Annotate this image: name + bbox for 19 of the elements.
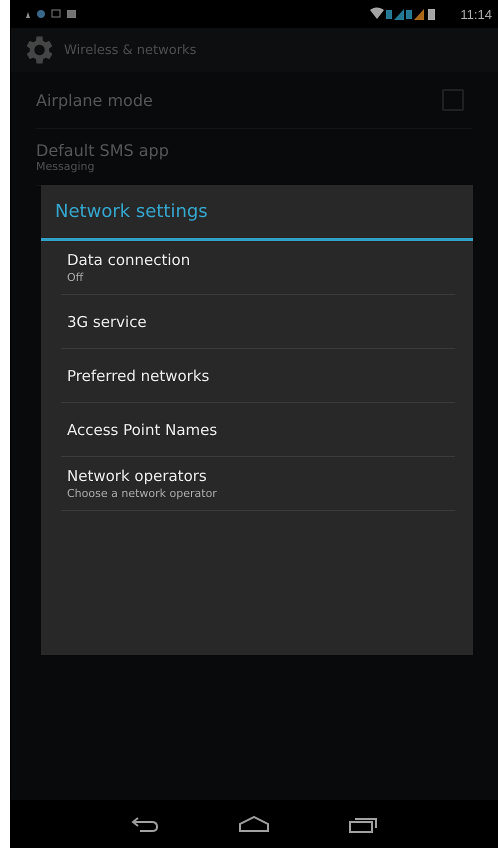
dialog-title: Network settings [41,185,473,241]
menu-item[interactable]: Preferred networks [61,349,455,403]
menu-item[interactable]: Data connection Off [61,241,455,295]
setting-summary: Messaging [36,160,96,173]
item-title: Data connection [67,251,192,269]
menu-item[interactable]: 3G service [61,295,455,349]
setting-title: Default SMS app [36,141,169,160]
item-title: Preferred networks [67,366,210,384]
clock: 11:14 [460,6,492,22]
screen-title: Wireless & networks [64,42,196,58]
item-title: Access Point Names [67,420,218,438]
item-summary: Choose a network operator [67,487,218,500]
notification-icons [24,9,78,19]
menu-item[interactable]: Access Point Names [61,403,455,457]
menu-item[interactable]: Network operators Choose a network operator [61,457,455,511]
item-title: Network operators [67,467,208,485]
item-title: 3G service [67,312,148,330]
item-summary: Off [67,271,84,284]
setting-title: Airplane mode [36,90,153,110]
